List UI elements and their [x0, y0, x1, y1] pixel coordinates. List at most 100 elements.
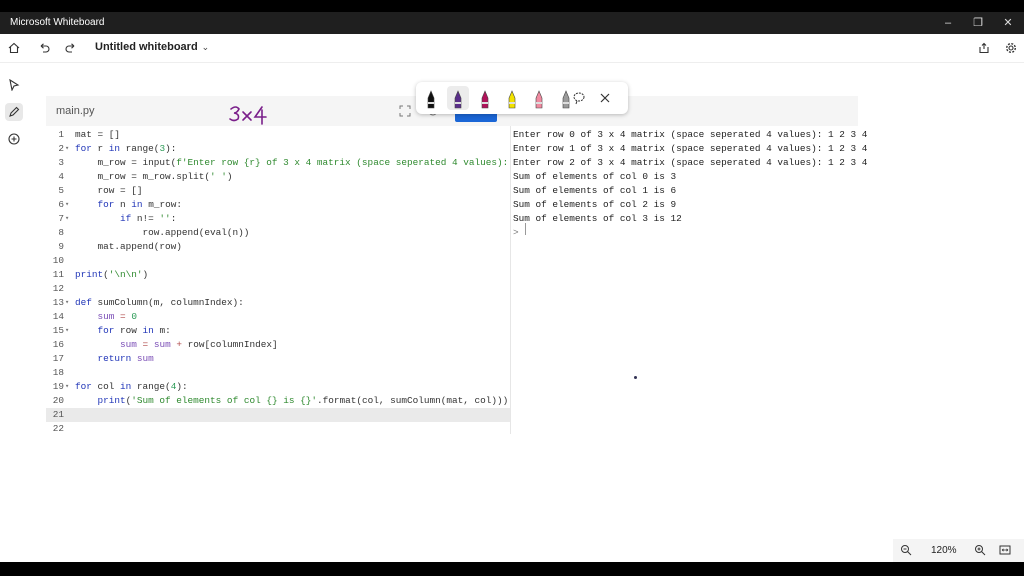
code-line[interactable]: 12	[46, 282, 510, 296]
code-text: row.append(eval(n))	[75, 227, 250, 238]
code-text: mat = []	[75, 129, 121, 140]
close-icon[interactable]	[594, 86, 616, 110]
bottom-bar	[0, 562, 1024, 576]
redo-icon[interactable]	[62, 39, 80, 57]
chevron-down-icon: ⌄	[201, 42, 210, 52]
line-number: 17	[52, 353, 64, 364]
code-text: def sumColumn(m, columnIndex):	[75, 297, 244, 308]
code-line[interactable]: 5 row = []	[46, 184, 510, 198]
pen-tool-5[interactable]	[528, 86, 550, 110]
line-number: 11	[52, 269, 64, 280]
document-title: Untitled whiteboard	[95, 41, 198, 53]
code-text: for n in m_row:	[97, 199, 182, 210]
code-text: if n!= '':	[120, 213, 177, 224]
line-number: 8	[58, 227, 64, 238]
app-toolbar: Untitled whiteboard ⌄	[0, 34, 1024, 63]
line-number: 3	[58, 157, 64, 168]
code-line[interactable]: 14 sum = 0	[46, 310, 510, 324]
pen-tool-1[interactable]	[420, 86, 442, 110]
code-line[interactable]: 20 print('Sum of elements of col {} is {…	[46, 394, 510, 408]
fit-screen-icon[interactable]	[997, 542, 1013, 558]
code-text: for row in m:	[97, 325, 171, 336]
output-line: Sum of elements of col 2 is 9	[513, 199, 677, 210]
close-window-button[interactable]: ✕	[1000, 15, 1016, 31]
line-number: 15	[52, 325, 64, 336]
pen-icon	[562, 90, 570, 109]
fold-chevron-icon[interactable]: ▾	[65, 324, 69, 338]
code-line[interactable]: 7 ▾ if n!= '':	[46, 212, 510, 226]
code-line[interactable]: 19 ▾ for col in range(4):	[46, 380, 510, 394]
code-line[interactable]: 22	[46, 422, 510, 436]
code-line[interactable]: 21	[46, 408, 510, 422]
code-line[interactable]: 1 mat = []	[46, 128, 510, 142]
code-line[interactable]: 16 sum = sum + row[columnIndex]	[46, 338, 510, 352]
output-line: Enter row 1 of 3 x 4 matrix (space seper…	[513, 143, 868, 154]
code-line[interactable]: 15 ▾ for row in m:	[46, 324, 510, 338]
document-title-menu[interactable]: Untitled whiteboard ⌄	[95, 41, 209, 53]
share-icon[interactable]	[975, 39, 993, 57]
code-text: sum = 0	[97, 311, 137, 322]
whiteboard-app: Untitled whiteboard ⌄ main.py 1 mat = []…	[0, 34, 1024, 562]
pen-icon	[535, 90, 543, 109]
line-number: 18	[52, 367, 64, 378]
fold-chevron-icon[interactable]: ▾	[65, 380, 69, 394]
fold-chevron-icon[interactable]: ▾	[65, 198, 69, 212]
line-number: 1	[58, 129, 64, 140]
line-number: 16	[52, 339, 64, 350]
line-number: 7	[58, 213, 64, 224]
ink-dot	[634, 376, 637, 379]
code-text: print('Sum of elements of col {} is {}'.…	[97, 395, 509, 406]
code-line[interactable]: 18	[46, 366, 510, 380]
home-icon[interactable]	[5, 39, 23, 57]
output-line: Enter row 0 of 3 x 4 matrix (space seper…	[513, 129, 868, 140]
code-line[interactable]: 9 mat.append(row)	[46, 240, 510, 254]
line-number: 5	[58, 185, 64, 196]
pen-icon[interactable]	[5, 103, 23, 121]
line-number: 12	[52, 283, 64, 294]
pen-tool-2[interactable]	[447, 86, 469, 110]
pen-icon	[481, 90, 489, 109]
code-line[interactable]: 11 print('\n\n')	[46, 268, 510, 282]
code-text: for col in range(4):	[75, 381, 188, 392]
pen-tool-3[interactable]	[474, 86, 496, 110]
shell-prompt: >	[513, 227, 519, 238]
line-number: 19	[52, 381, 64, 392]
code-pane[interactable]: 1 mat = [] 2 ▾ for r in range(3): 3 m_row = i…	[46, 126, 525, 436]
fold-chevron-icon[interactable]: ▾	[65, 212, 69, 226]
line-number: 6	[58, 199, 64, 210]
inking-toolbar	[416, 82, 628, 114]
zoom-out-icon[interactable]	[898, 542, 914, 558]
line-number: 4	[58, 171, 64, 182]
code-text: return sum	[97, 353, 154, 364]
expand-icon[interactable]	[396, 102, 414, 120]
pen-tool-6[interactable]	[555, 86, 577, 110]
code-line[interactable]: 10	[46, 254, 510, 268]
restore-button[interactable]: ❐	[970, 15, 986, 31]
add-icon[interactable]	[5, 130, 23, 148]
code-line[interactable]: 8 row.append(eval(n))	[46, 226, 510, 240]
pen-tool-4[interactable]	[501, 86, 523, 110]
output-line: Sum of elements of col 1 is 6	[513, 185, 677, 196]
code-line[interactable]: 2 ▾ for r in range(3):	[46, 142, 510, 156]
code-editor-image[interactable]: main.py Run Shell 1mat = []2▾for r in ra…	[46, 96, 867, 436]
code-line[interactable]: 4 m_row = m_row.split(' ')	[46, 170, 510, 184]
code-line[interactable]: 6 ▾ for n in m_row:	[46, 198, 510, 212]
code-line[interactable]: 3 m_row = input(f'Enter row {r} of 3 x 4…	[46, 156, 525, 170]
gear-icon[interactable]	[1002, 39, 1020, 57]
code-line[interactable]: 13 ▾ def sumColumn(m, columnIndex):	[46, 296, 510, 310]
tab-main-py[interactable]: main.py	[56, 105, 95, 117]
select-icon[interactable]	[5, 76, 23, 94]
output-line: Sum of elements of col 0 is 3	[513, 171, 677, 182]
handwritten-annotation[interactable]	[228, 104, 272, 131]
zoom-control: 120%	[893, 539, 1024, 562]
line-number: 14	[52, 311, 64, 322]
code-line[interactable]: 17 return sum	[46, 352, 510, 366]
pen-icon	[508, 90, 516, 109]
undo-icon[interactable]	[35, 39, 53, 57]
minimize-button[interactable]: –	[940, 15, 956, 31]
shell-pane[interactable]: Enter row 0 of 3 x 4 matrix (space seper…	[511, 126, 867, 434]
fold-chevron-icon[interactable]: ▾	[65, 296, 69, 310]
zoom-in-icon[interactable]	[972, 542, 988, 558]
fold-chevron-icon[interactable]: ▾	[65, 142, 69, 156]
zoom-level[interactable]: 120%	[931, 545, 957, 556]
